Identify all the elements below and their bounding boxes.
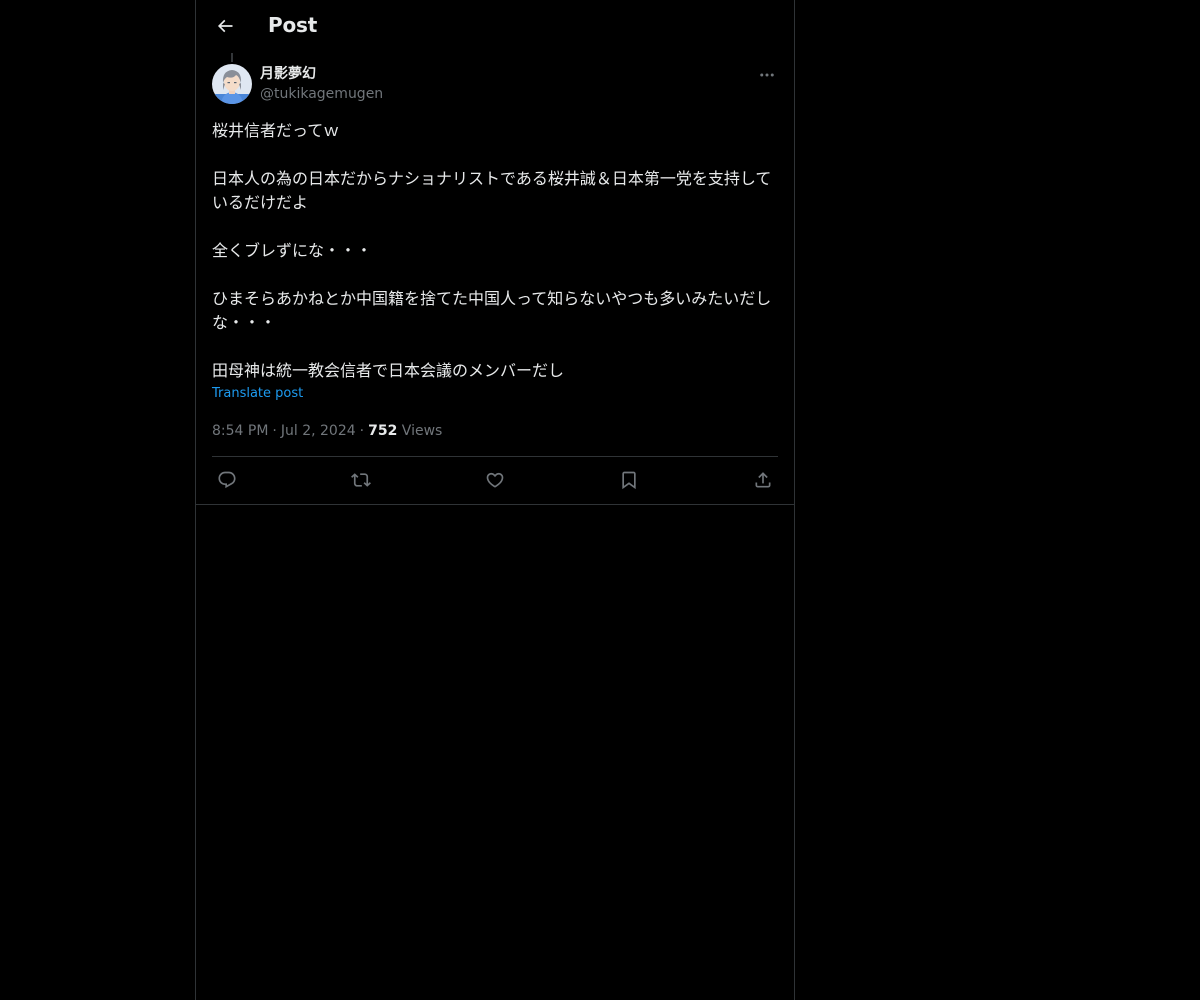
heart-icon <box>485 470 505 490</box>
meta-separator: · <box>359 423 365 439</box>
views-count: 752 <box>368 423 398 439</box>
divider <box>212 456 778 457</box>
back-button[interactable] <box>208 9 242 43</box>
post-date[interactable]: Jul 2, 2024 <box>281 423 356 439</box>
page-title: Post <box>268 13 318 37</box>
share-icon <box>753 470 773 490</box>
divider <box>196 504 794 505</box>
repost-icon <box>351 470 371 490</box>
post-detail-column: Post 月影夢幻 @tukikagemugen 桜井信者だってｗ 日本人の為の… <box>195 0 795 1000</box>
like-button[interactable] <box>480 466 510 494</box>
post-time[interactable]: 8:54 PM <box>212 423 268 439</box>
post-metadata: 8:54 PM · Jul 2, 2024 · 752 Views <box>212 421 442 441</box>
thread-connector-line <box>231 53 233 62</box>
post-text: 桜井信者だってｗ 日本人の為の日本だからナショナリストである桜井誠＆日本第一党を… <box>212 121 772 380</box>
more-options-button[interactable] <box>752 64 782 86</box>
reply-icon <box>217 470 237 490</box>
bookmark-icon <box>619 470 639 490</box>
author-handle[interactable]: @tukikagemugen <box>260 84 383 104</box>
bookmark-button[interactable] <box>614 466 644 494</box>
translate-post-link[interactable]: Translate post <box>212 386 303 401</box>
avatar[interactable] <box>212 64 252 104</box>
views-label: Views <box>401 423 443 439</box>
meta-separator: · <box>272 423 277 439</box>
more-dots-icon <box>758 66 776 84</box>
share-button[interactable] <box>748 466 778 494</box>
author-info: 月影夢幻 @tukikagemugen <box>260 64 383 104</box>
author-display-name[interactable]: 月影夢幻 <box>260 64 383 84</box>
post-header: Post <box>196 0 794 53</box>
repost-button[interactable] <box>346 466 376 494</box>
post-actions-bar <box>212 466 778 494</box>
arrow-left-icon <box>215 16 235 36</box>
reply-button[interactable] <box>212 466 242 494</box>
